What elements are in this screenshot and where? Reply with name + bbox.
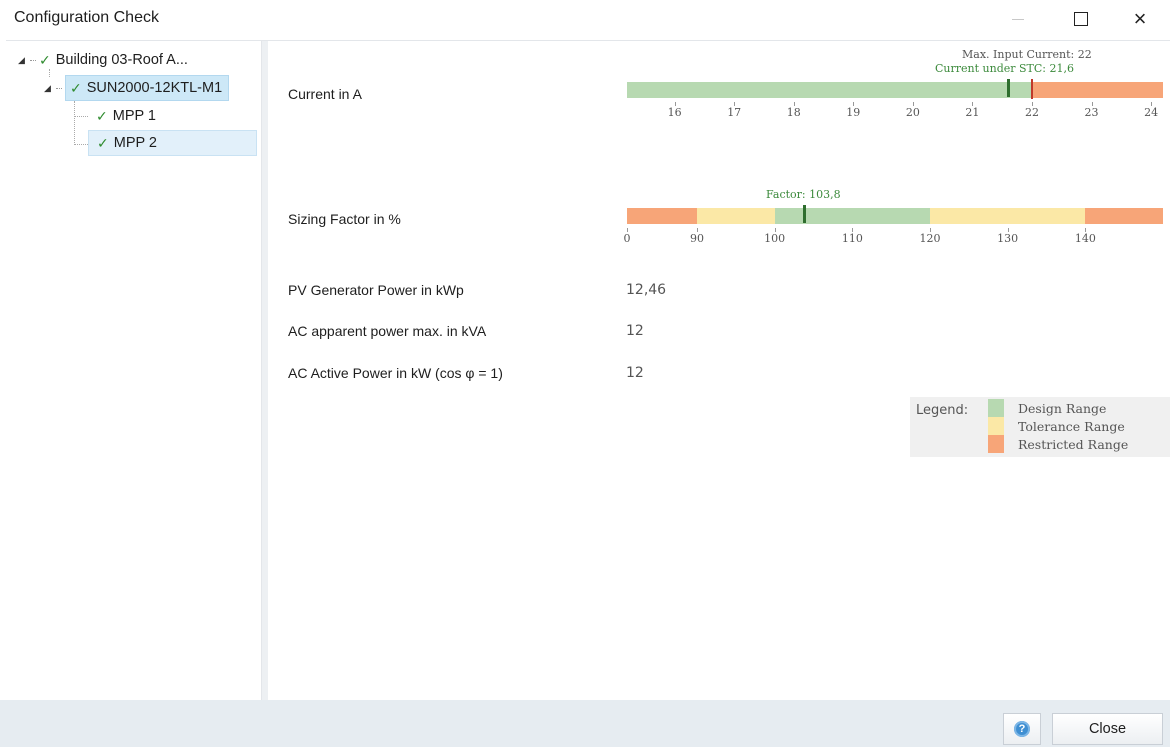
max-input-current-annotation: Max. Input Current: 22 [962,48,1092,61]
maximize-icon [1074,12,1088,26]
window-close-button[interactable]: × [1117,0,1163,38]
axis-tick-label: 23 [1084,106,1099,119]
legend-tolerance-label: Tolerance Range [1018,419,1125,434]
max-current-limit-line [1030,79,1033,99]
ac-apparent-power-value: 12 [626,323,644,339]
check-icon: ✓ [39,51,51,68]
help-icon: ? [1014,721,1030,737]
axis-tick-label: 0 [623,232,631,245]
legend-title: Legend: [916,403,969,418]
check-icon: ✓ [97,134,109,151]
sizing-range-bar [627,208,1163,224]
tree-connector [74,144,88,145]
axis-tick-label: 19 [846,106,861,119]
ac-active-power-value: 12 [626,365,644,381]
close-icon: × [1133,6,1147,31]
current-label: Current in A [288,86,362,102]
axis-tick-label: 24 [1144,106,1159,119]
axis-tick-label: 17 [727,106,742,119]
axis-tick-label: 21 [965,106,980,119]
tree-node-label: SUN2000-12KTL-M1 [86,80,223,96]
tree-node-mpp-1[interactable]: ✓ MPP 1 [90,103,156,129]
tree-node-label: MPP 2 [113,135,157,151]
tree-node-inverter-highlight[interactable]: ✓ SUN2000-12KTL-M1 [65,75,230,101]
pv-power-label: PV Generator Power in kWp [288,282,464,298]
axis-tick-label: 16 [667,106,682,119]
restricted-range-segment [1031,82,1163,98]
design-range-segment [774,208,930,224]
tree-node-inverter[interactable]: ◢ ✓ SUN2000-12KTL-M1 [44,75,230,101]
axis-tick-label: 22 [1024,106,1039,119]
current-range-bar [627,82,1163,98]
tree-node-label: MPP 1 [112,108,156,124]
tree-connector [74,101,75,145]
tree-connector [30,59,36,61]
tree-node-mpp-2[interactable]: ✓ MPP 2 [88,130,257,156]
tree-panel: ◢ ✓ Building 03-Roof A... ◢ ✓ SUN2000-12… [6,41,262,700]
tolerance-range-segment [697,208,775,224]
collapse-arrow-icon[interactable]: ◢ [18,55,28,66]
axis-tick-label: 140 [1074,232,1096,245]
check-icon: ✓ [70,79,82,96]
restricted-range-swatch [988,435,1004,453]
design-range-segment [627,82,1032,98]
sizing-factor-marker [803,205,807,223]
legend-design-label: Design Range [1018,401,1107,416]
tolerance-range-swatch [988,417,1004,435]
check-icon: ✓ [96,107,108,124]
pv-power-value: 12,46 [626,282,667,298]
ac-active-power-label: AC Active Power in kW (cos φ = 1) [288,365,503,381]
minimize-button[interactable] [995,0,1041,38]
collapse-arrow-icon[interactable]: ◢ [44,83,54,94]
axis-tick-label: 100 [764,232,786,245]
window-title: Configuration Check [14,9,159,26]
restricted-range-segment [627,208,697,224]
tolerance-range-segment [930,208,1086,224]
legend: Legend: Design Range Tolerance Range Res… [910,397,1170,457]
stc-current-marker [1007,79,1011,97]
restricted-range-segment [1085,208,1163,224]
minimize-icon [1012,18,1024,20]
ac-apparent-power-label: AC apparent power max. in kVA [288,323,487,339]
close-button[interactable]: Close [1052,713,1163,745]
axis-tick-label: 20 [905,106,920,119]
tree-node-building[interactable]: ◢ ✓ Building 03-Roof A... [18,47,188,73]
axis-tick-label: 130 [997,232,1019,245]
stc-current-annotation: Current under STC: 21,6 [935,62,1074,75]
title-bar: Configuration Check × [0,0,1170,38]
dialog-footer: ? Close [0,700,1170,747]
tree-node-label: Building 03-Roof A... [55,52,188,68]
tree-connector [56,87,62,89]
axis-tick-label: 90 [690,232,704,245]
axis-tick-label: 110 [841,232,863,245]
tree-connector [74,116,88,117]
dialog-body: ◢ ✓ Building 03-Roof A... ◢ ✓ SUN2000-12… [6,40,1170,700]
help-button[interactable]: ? [1003,713,1041,745]
sizing-factor-label: Sizing Factor in % [288,211,401,227]
legend-restricted-label: Restricted Range [1018,437,1129,452]
factor-annotation: Factor: 103,8 [766,188,841,201]
axis-tick-label: 120 [919,232,941,245]
design-range-swatch [988,399,1004,417]
axis-tick-label: 18 [786,106,801,119]
maximize-button[interactable] [1058,0,1104,38]
